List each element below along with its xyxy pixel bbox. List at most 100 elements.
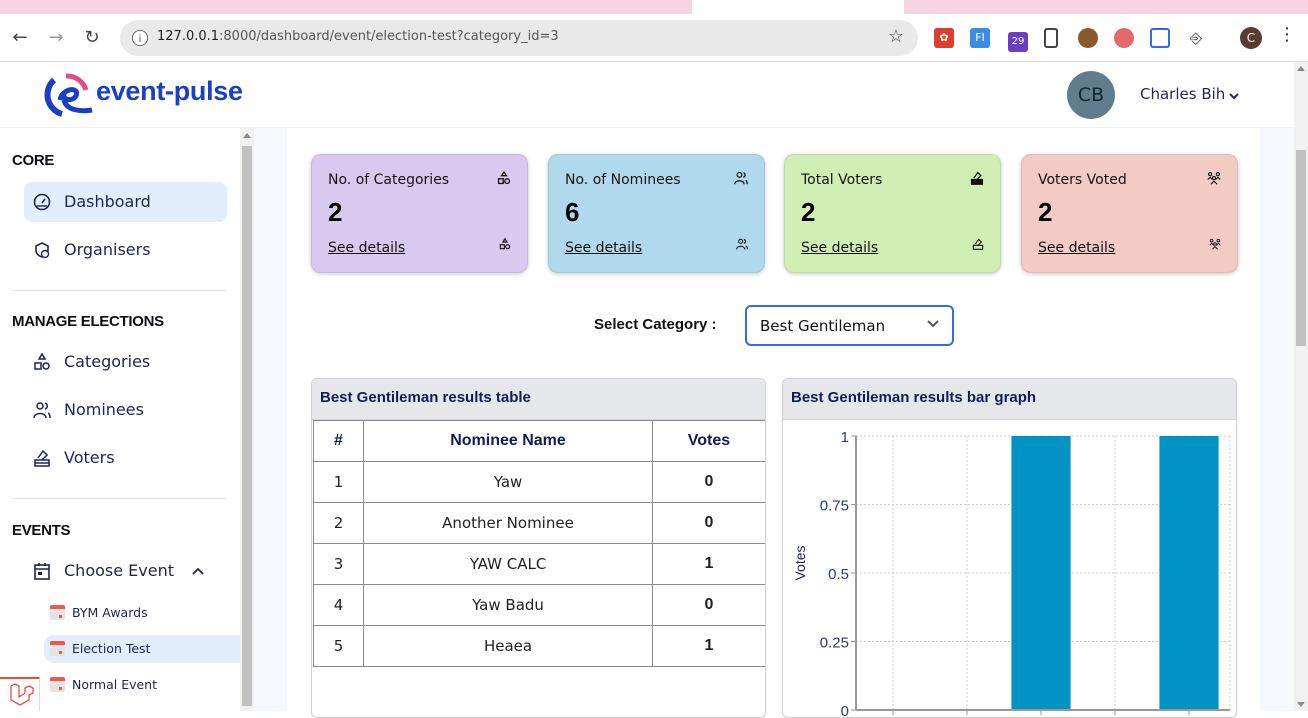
cell-nominee-name: Another Nominee — [363, 502, 653, 544]
extension-icon[interactable]: ✿ — [934, 28, 954, 48]
chevron-down-icon — [927, 320, 939, 328]
browser-profile-avatar[interactable]: C — [1240, 27, 1262, 49]
cell-votes: 0 — [652, 461, 765, 503]
chart-bars — [892, 436, 1219, 715]
user-avatar[interactable]: CB — [1067, 71, 1115, 119]
event-pulse-logo-icon[interactable] — [40, 70, 100, 120]
table-row: 5 Heaea 1 — [313, 625, 765, 667]
chevron-down-icon[interactable] — [1228, 90, 1240, 102]
browser-menu-icon[interactable]: ⋮ — [1278, 24, 1296, 45]
cell-number: 4 — [313, 584, 364, 626]
scroll-up-arrow-icon[interactable] — [1297, 66, 1305, 71]
chart-bar[interactable] — [1159, 436, 1219, 710]
bookmark-star-icon[interactable]: ☆ — [888, 26, 904, 47]
chart-y-axis-label: Votes — [792, 545, 808, 580]
ballot-box-icon — [972, 238, 984, 250]
table-extension-icon[interactable] — [1150, 28, 1170, 48]
chart-bar[interactable] — [1011, 436, 1071, 710]
see-details-link[interactable]: See details — [328, 240, 405, 256]
sidebar-event-bym-awards[interactable]: BYM Awards — [44, 599, 240, 627]
see-details-link[interactable]: See details — [565, 240, 642, 256]
results-bar-chart: 00.250.50.751 Votes — [792, 429, 1231, 717]
calendar-event-icon — [50, 677, 65, 692]
site-info-icon[interactable]: i — [132, 30, 148, 46]
page-scrollbar[interactable] — [1294, 62, 1308, 711]
shapes-icon — [499, 238, 511, 250]
sidebar-item-choose-event[interactable]: Choose Event — [24, 551, 227, 591]
scroll-up-arrow-icon[interactable] — [243, 133, 251, 138]
see-details-link[interactable]: See details — [1038, 240, 1115, 256]
url-host: 127.0.0.1 — [157, 29, 220, 44]
laravel-debugbar-toggle[interactable] — [0, 677, 40, 711]
sidebar-item-categories[interactable]: Categories — [24, 342, 227, 382]
cell-votes: 0 — [652, 584, 765, 626]
cell-nominee-name: Yaw — [363, 461, 653, 503]
sidebar: CORE Dashboard Organisers MANAGE ELECTIO… — [0, 128, 240, 711]
stat-card-value: 6 — [565, 197, 580, 227]
stat-card-title: Voters Voted — [1038, 172, 1127, 188]
voters-group-icon — [1207, 172, 1221, 185]
table-row: 2 Another Nominee 0 — [313, 502, 765, 544]
sidebar-item-organisers[interactable]: Organisers — [24, 230, 227, 270]
sidebar-event-label: Election Test — [72, 641, 151, 656]
table-row: 4 Yaw Badu 0 — [313, 584, 765, 626]
sidebar-heading-core: CORE — [12, 152, 55, 169]
cell-number: 1 — [313, 461, 364, 503]
users-icon — [33, 402, 51, 419]
column-header-nominee-name: Nominee Name — [363, 420, 653, 462]
stat-card-value: 2 — [328, 197, 343, 227]
cell-votes: 0 — [652, 502, 765, 544]
chart-y-ticks: 00.250.50.751 — [820, 429, 856, 717]
sidebar-item-label: Voters — [64, 448, 115, 467]
extension-badge-icon[interactable]: 29 — [1008, 32, 1028, 52]
cookie-extension-icon[interactable] — [1078, 28, 1098, 48]
results-chart-header: Best Gentileman results bar graph — [783, 379, 1236, 420]
sidebar-event-normal-event[interactable]: Normal Event — [44, 671, 240, 699]
app-header: event-pulse CB Charles Bih — [0, 62, 1294, 128]
results-table-panel: Best Gentileman results table # Nominee … — [311, 378, 766, 718]
sidebar-item-nominees[interactable]: Nominees — [24, 390, 227, 430]
column-header-number: # — [313, 420, 364, 462]
user-name[interactable]: Charles Bih — [1140, 85, 1225, 103]
sidebar-event-election-test[interactable]: Election Test — [44, 635, 240, 663]
calendar-event-icon — [50, 641, 65, 656]
extensions-puzzle-icon[interactable]: ⎆ — [1186, 28, 1206, 48]
dashboard-gauge-icon — [33, 193, 51, 211]
cell-votes: 1 — [652, 543, 765, 585]
sidebar-item-voters[interactable]: Voters — [24, 438, 227, 478]
extension-icon[interactable]: FI — [970, 28, 990, 48]
url-text[interactable]: 127.0.0.1:8000/dashboard/event/election-… — [157, 29, 559, 44]
stat-card-value: 2 — [801, 197, 816, 227]
stat-card-total-voters: Total Voters 2 See details — [784, 154, 1001, 273]
see-details-link[interactable]: See details — [801, 240, 878, 256]
reload-icon[interactable]: ↻ — [80, 26, 104, 50]
scroll-down-arrow-icon[interactable] — [1297, 702, 1305, 707]
sidebar-item-dashboard[interactable]: Dashboard — [24, 182, 227, 222]
cell-number: 3 — [313, 543, 364, 585]
category-select-value: Best Gentileman — [760, 317, 886, 335]
results-table: # Nominee Name Votes 1 Yaw 0 2 Another N… — [313, 420, 765, 667]
sidebar-scrollbar-thumb[interactable] — [242, 146, 252, 706]
sidebar-item-label: Dashboard — [64, 192, 151, 211]
back-icon[interactable]: ← — [8, 26, 32, 50]
extension-icon[interactable] — [1044, 28, 1058, 48]
category-select[interactable]: Best Gentileman — [745, 305, 954, 346]
sidebar-heading-events: EVENTS — [12, 522, 71, 539]
chevron-up-icon[interactable] — [192, 566, 204, 576]
sidebar-divider — [12, 290, 227, 291]
extension-icon[interactable] — [1114, 28, 1134, 48]
calendar-icon — [34, 563, 50, 580]
sidebar-scrollbar[interactable] — [240, 128, 254, 711]
results-table-title: Best Gentileman results table — [320, 389, 531, 406]
table-row: 1 Yaw 0 — [313, 461, 765, 503]
cell-number: 5 — [313, 625, 364, 667]
page-scrollbar-thumb[interactable] — [1296, 150, 1306, 346]
forward-icon[interactable]: → — [44, 26, 68, 50]
stat-card-title: No. of Nominees — [565, 172, 681, 188]
address-bar[interactable]: i 127.0.0.1:8000/dashboard/event/electio… — [120, 20, 918, 56]
sidebar-item-label: Categories — [64, 352, 151, 371]
select-category-label: Select Category : — [594, 316, 717, 333]
logo-text[interactable]: event-pulse — [96, 76, 243, 107]
browser-tab-active[interactable] — [692, 0, 904, 14]
stat-card-value: 2 — [1038, 197, 1053, 227]
